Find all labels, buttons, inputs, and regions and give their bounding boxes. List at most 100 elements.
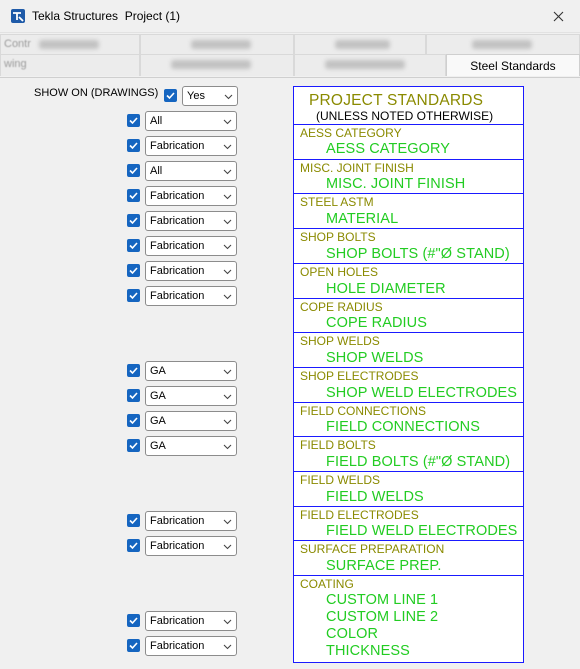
- show-checkbox[interactable]: [127, 389, 140, 402]
- show-checkbox[interactable]: [127, 514, 140, 527]
- close-button[interactable]: [536, 0, 580, 32]
- checkmark-icon: [129, 142, 138, 150]
- chevron-down-icon: [223, 169, 232, 175]
- standards-category: SHOP WELDS: [300, 334, 380, 348]
- drawing-type-dropdown[interactable]: Fabrication: [145, 236, 237, 256]
- standards-category: FIELD CONNECTIONS: [300, 404, 427, 418]
- dropdown-value: GA: [150, 440, 166, 452]
- drawing-type-dropdown[interactable]: Fabrication: [145, 261, 237, 281]
- show-checkbox[interactable]: [127, 139, 140, 152]
- standards-title: PROJECT STANDARDS: [309, 92, 484, 109]
- tab-hidden-6[interactable]: [140, 54, 294, 76]
- chevron-down-icon: [223, 644, 232, 650]
- drawing-type-dropdown[interactable]: GA: [145, 386, 237, 406]
- standards-value: SURFACE PREP.: [326, 558, 442, 574]
- drawing-type-dropdown[interactable]: Fabrication: [145, 536, 237, 556]
- drawing-type-dropdown[interactable]: GA: [145, 436, 237, 456]
- show-on-dropdown[interactable]: Yes: [182, 86, 238, 106]
- show-checkbox[interactable]: [127, 114, 140, 127]
- drawing-type-dropdown[interactable]: Fabrication: [145, 186, 237, 206]
- standards-category: AESS CATEGORY: [300, 126, 402, 140]
- drawing-type-dropdown[interactable]: Fabrication: [145, 511, 237, 531]
- standards-category: SHOP BOLTS: [300, 230, 376, 244]
- chevron-down-icon: [223, 269, 232, 275]
- standards-value: HOLE DIAMETER: [326, 281, 446, 297]
- drawing-type-dropdown[interactable]: GA: [145, 411, 237, 431]
- show-checkbox[interactable]: [127, 264, 140, 277]
- drawing-type-dropdown[interactable]: Fabrication: [145, 286, 237, 306]
- drawing-type-dropdown[interactable]: All: [145, 161, 237, 181]
- dropdown-value: All: [150, 115, 163, 127]
- checkmark-icon: [129, 617, 138, 625]
- show-checkbox[interactable]: [127, 364, 140, 377]
- dropdown-value: Fabrication: [150, 540, 205, 552]
- drawing-type-dropdown[interactable]: All: [145, 111, 237, 131]
- standards-cell: SURFACE PREPARATION SURFACE PREP.: [293, 540, 524, 575]
- chevron-down-icon: [223, 119, 232, 125]
- standards-value: AESS CATEGORY: [326, 141, 451, 157]
- tab-label: wing: [4, 58, 27, 70]
- show-checkbox[interactable]: [127, 539, 140, 552]
- drawing-type-dropdown[interactable]: Fabrication: [145, 636, 237, 656]
- show-on-checkbox[interactable]: [164, 89, 177, 102]
- checkmark-icon: [129, 217, 138, 225]
- show-checkbox[interactable]: [127, 164, 140, 177]
- show-checkbox[interactable]: [127, 239, 140, 252]
- dropdown-value: Fabrication: [150, 240, 205, 252]
- chevron-down-icon: [223, 294, 232, 300]
- project-standards-table: PROJECT STANDARDS (UNLESS NOTED OTHERWIS…: [293, 86, 524, 663]
- checkmark-icon: [129, 117, 138, 125]
- standards-value: FIELD WELDS: [326, 489, 424, 505]
- chevron-down-icon: [223, 244, 232, 250]
- show-checkbox[interactable]: [127, 639, 140, 652]
- title-bar: Tekla Structures Project (1): [0, 0, 580, 33]
- standards-category: SHOP ELECTRODES: [300, 369, 419, 383]
- checkmark-icon: [129, 367, 138, 375]
- checkmark-icon: [129, 442, 138, 450]
- show-checkbox[interactable]: [127, 214, 140, 227]
- tab-hidden-4[interactable]: [426, 34, 580, 54]
- standards-subtitle: (UNLESS NOTED OTHERWISE): [316, 109, 494, 123]
- show-checkbox[interactable]: [127, 414, 140, 427]
- tab-drawing[interactable]: wing: [0, 54, 140, 76]
- tab-hidden-2[interactable]: [140, 34, 294, 54]
- standards-cell: COPE RADIUS COPE RADIUS: [293, 298, 524, 332]
- standards-value: FIELD CONNECTIONS: [326, 419, 480, 435]
- chevron-down-icon: [224, 94, 233, 100]
- show-checkbox[interactable]: [127, 189, 140, 202]
- show-checkbox[interactable]: [127, 439, 140, 452]
- chevron-down-icon: [223, 394, 232, 400]
- tab-steel-standards[interactable]: Steel Standards: [446, 54, 580, 76]
- dropdown-value: Fabrication: [150, 515, 205, 527]
- standards-value: COLOR: [326, 626, 379, 642]
- standards-category: COATING: [300, 577, 354, 591]
- checkmark-icon: [129, 542, 138, 550]
- standards-cell: FIELD CONNECTIONS FIELD CONNECTIONS: [293, 402, 524, 436]
- tab-hidden-7[interactable]: [294, 54, 446, 76]
- standards-cell: MISC. JOINT FINISH MISC. JOINT FINISH: [293, 159, 524, 193]
- standards-value: THICKNESS: [326, 643, 410, 659]
- checkmark-icon: [129, 642, 138, 650]
- drawing-type-dropdown[interactable]: Fabrication: [145, 211, 237, 231]
- chevron-down-icon: [223, 194, 232, 200]
- tab-hidden-3[interactable]: [294, 34, 426, 54]
- standards-cell: FIELD WELDS FIELD WELDS: [293, 471, 524, 506]
- dropdown-value: GA: [150, 365, 166, 377]
- drawing-type-dropdown[interactable]: Fabrication: [145, 611, 237, 631]
- chevron-down-icon: [223, 219, 232, 225]
- standards-category: MISC. JOINT FINISH: [300, 161, 414, 175]
- checkmark-icon: [129, 292, 138, 300]
- close-icon: [553, 11, 563, 21]
- drawing-type-dropdown[interactable]: GA: [145, 361, 237, 381]
- show-checkbox[interactable]: [127, 614, 140, 627]
- chevron-down-icon: [223, 144, 232, 150]
- checkmark-icon: [129, 517, 138, 525]
- chevron-down-icon: [223, 619, 232, 625]
- standards-value: SHOP WELD ELECTRODES: [326, 385, 518, 401]
- drawing-type-dropdown[interactable]: Fabrication: [145, 136, 237, 156]
- tab-label: Steel Standards: [470, 59, 556, 73]
- tab-label: Contr: [4, 38, 31, 50]
- show-checkbox[interactable]: [127, 289, 140, 302]
- tab-contr[interactable]: Contr: [0, 34, 140, 54]
- dropdown-value: GA: [150, 415, 166, 427]
